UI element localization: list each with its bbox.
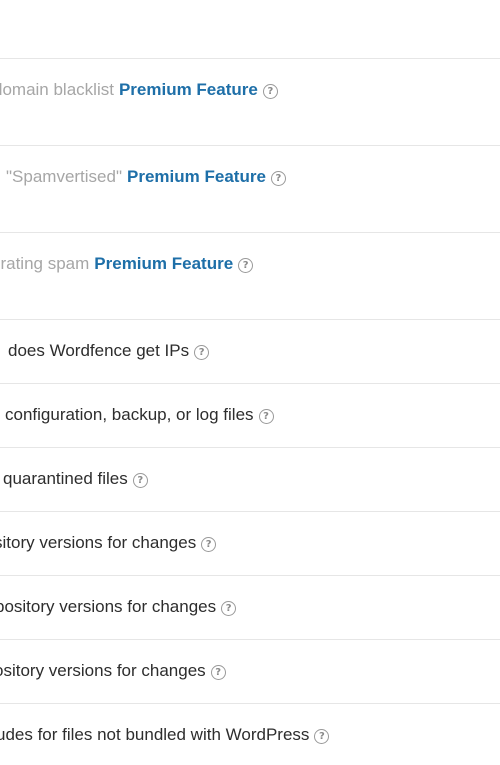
option-label: erating spam	[0, 254, 90, 273]
option-row-config-files: configuration, backup, or log files?	[0, 383, 500, 448]
help-icon[interactable]: ?	[258, 409, 274, 424]
option-label: "Spamvertised"	[6, 167, 123, 186]
option-row-domain-blacklist: domain blacklist Premium Feature?	[0, 58, 500, 146]
option-label: ository versions for changes	[0, 661, 206, 680]
option-label: configuration, backup, or log files	[5, 405, 254, 424]
option-label: domain blacklist	[0, 80, 114, 99]
premium-feature-link[interactable]: Premium Feature	[94, 254, 233, 273]
help-icon[interactable]: ?	[262, 84, 278, 99]
help-icon[interactable]: ?	[314, 729, 330, 744]
option-label: udes for files not bundled with WordPres…	[0, 725, 310, 744]
help-icon[interactable]: ?	[201, 537, 217, 552]
option-label: quarantined files	[3, 469, 128, 488]
option-row-quarantined-files: quarantined files?	[0, 447, 500, 512]
option-row-theme-repo: pository versions for changes?	[0, 575, 500, 640]
premium-feature-link[interactable]: Premium Feature	[127, 167, 266, 186]
option-label: pository versions for changes	[0, 597, 217, 616]
option-label: sitory versions for changes	[0, 533, 197, 552]
option-row-spamvertised: "Spamvertised" Premium Feature?	[0, 145, 500, 233]
help-icon[interactable]: ?	[221, 601, 237, 616]
option-row-plugin-repo: ository versions for changes?	[0, 639, 500, 704]
help-icon[interactable]: ?	[194, 345, 210, 360]
scan-options-panel: domain blacklist Premium Feature? "Spamve…	[0, 0, 500, 765]
help-icon[interactable]: ?	[270, 171, 286, 186]
option-row-wordfence-ips: does Wordfence get IPs?	[0, 319, 500, 384]
option-row-core-repo: sitory versions for changes?	[0, 511, 500, 576]
help-icon[interactable]: ?	[132, 473, 148, 488]
help-icon[interactable]: ?	[210, 665, 226, 680]
help-icon[interactable]: ?	[238, 258, 254, 273]
option-label: does Wordfence get IPs	[8, 341, 190, 360]
option-row-non-wordpress-files: udes for files not bundled with WordPres…	[0, 703, 500, 765]
premium-feature-link[interactable]: Premium Feature	[119, 80, 258, 99]
option-row-generating-spam: erating spam Premium Feature?	[0, 232, 500, 320]
